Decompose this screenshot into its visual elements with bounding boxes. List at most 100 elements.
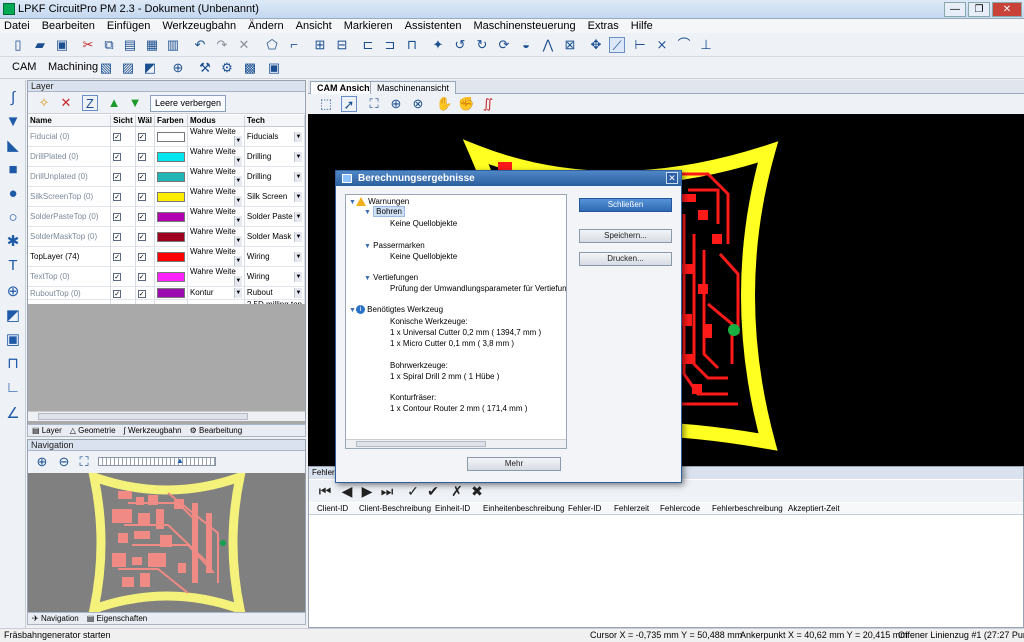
- fiducial-target-icon[interactable]: ⊕: [170, 60, 186, 76]
- tree-vertiefungen[interactable]: ▼ Vertiefungen: [364, 273, 418, 282]
- undo-icon[interactable]: ↶: [192, 37, 208, 53]
- zoom-fit-icon[interactable]: ⛶: [76, 454, 92, 470]
- layer-select-checkbox[interactable]: ✓: [137, 153, 146, 161]
- zoom-slider[interactable]: ▲: [98, 456, 216, 466]
- star-icon[interactable]: ✱: [5, 234, 21, 250]
- zoom-window-icon[interactable]: ⊕: [388, 96, 404, 112]
- tech-dropdown-icon[interactable]: ▼: [294, 151, 302, 162]
- close-dialog-button[interactable]: Schließen: [579, 198, 672, 212]
- col-client-desc[interactable]: Client-Beschreibung: [359, 504, 431, 513]
- rotate-left-icon[interactable]: ↺: [452, 37, 468, 53]
- layer-color-swatch[interactable]: [156, 191, 185, 202]
- group-icon[interactable]: ⊞: [312, 37, 328, 53]
- layer-mode-cell[interactable]: Wahre Weite▼: [187, 146, 245, 167]
- mode-dropdown-icon[interactable]: ▼: [233, 288, 242, 299]
- tab-processing[interactable]: ⚙ Bearbeitung: [190, 425, 243, 436]
- layer-select-checkbox[interactable]: ✓: [137, 133, 146, 141]
- mode-dropdown-icon[interactable]: ▼: [233, 256, 242, 266]
- layer-tech-cell[interactable]: Wiring ▼: [244, 246, 306, 267]
- navigation-preview[interactable]: [28, 473, 305, 613]
- layer-name[interactable]: Fiducial (0): [28, 126, 112, 147]
- flip-icon[interactable]: ⋀: [540, 37, 556, 53]
- move-up-icon[interactable]: ▲: [106, 95, 122, 111]
- menu-extras[interactable]: Extras: [588, 20, 619, 32]
- layer-name[interactable]: SolderPasteTop (0): [28, 206, 112, 227]
- maximize-button[interactable]: ❐: [968, 2, 990, 17]
- mode-dropdown-icon[interactable]: ▼: [233, 136, 242, 146]
- close-window-button[interactable]: ✕: [992, 2, 1022, 17]
- layer-name[interactable]: DrillPlated (0): [28, 146, 112, 167]
- tree-warnings[interactable]: ▼ Warnungen: [349, 197, 409, 207]
- layer-row[interactable]: DrillUnplated (0) ✓ ✓ Wahre Weite ▼ Drilling ▼: [28, 166, 306, 187]
- layer-row[interactable]: Fiducial (0) ✓ ✓ Wahre Weite ▼ Fiducials ▼: [28, 126, 306, 147]
- dimension-x-icon[interactable]: ⨯: [654, 37, 670, 53]
- layer-color-swatch[interactable]: [156, 271, 185, 282]
- col-error-desc[interactable]: Fehlerbeschreibung: [712, 504, 783, 513]
- layer-select-checkbox[interactable]: ✓: [137, 213, 146, 221]
- copy-icon[interactable]: ⧉: [101, 37, 117, 53]
- measure-icon[interactable]: ⟋: [609, 37, 625, 53]
- col-client-id[interactable]: Client-ID: [317, 504, 348, 513]
- bridge-icon[interactable]: ⊓: [5, 356, 21, 372]
- layer-color-swatch[interactable]: [156, 171, 185, 182]
- tech-dropdown-icon[interactable]: ▼: [294, 251, 302, 262]
- layer-select-checkbox[interactable]: ✓: [137, 289, 146, 298]
- layer-tech-cell[interactable]: Drilling ▼: [244, 166, 306, 187]
- delete-layer-icon[interactable]: ✕: [58, 95, 74, 111]
- align-left-icon[interactable]: ⊏: [360, 37, 376, 53]
- mode-dropdown-icon[interactable]: ▼: [233, 196, 242, 206]
- layer-visible-checkbox[interactable]: ✓: [113, 289, 122, 298]
- layer-tech-cell[interactable]: Rubout ▼: [244, 286, 306, 301]
- layer-tech-cell[interactable]: Wiring ▼: [244, 266, 306, 287]
- menu-hilfe[interactable]: Hilfe: [631, 20, 653, 32]
- tech-dropdown-icon[interactable]: ▼: [294, 171, 302, 182]
- layer-select-checkbox[interactable]: ✓: [137, 253, 146, 261]
- menu-aendern[interactable]: Ändern: [248, 20, 283, 32]
- layer-row[interactable]: TextTop (0) ✓ ✓ Wahre Weite ▼ Wiring ▼: [28, 266, 306, 287]
- angle-45-icon[interactable]: ∠: [5, 406, 21, 422]
- layer-select-checkbox[interactable]: ✓: [137, 233, 146, 241]
- col-unit-id[interactable]: Einheit-ID: [435, 504, 470, 513]
- column-name[interactable]: Name: [28, 115, 112, 127]
- layer-row[interactable]: SilkScreenTop (0) ✓ ✓ Wahre Weite ▼ Silk Scre…: [28, 186, 306, 207]
- layer-visible-checkbox[interactable]: ✓: [113, 133, 122, 141]
- results-tree[interactable]: ▼ Warnungen ▼ Bohren Keine Quellobjekte …: [345, 194, 567, 449]
- target-icon[interactable]: ⊕: [5, 284, 21, 300]
- select-area-icon[interactable]: ⬚: [318, 96, 334, 112]
- layer-row[interactable]: RuboutTop (0) ✓ ✓ Kontur ▼ Rubout ▼: [28, 286, 306, 301]
- hide-empty-button[interactable]: Leere verbergen: [150, 95, 227, 112]
- image-icon[interactable]: ▣: [5, 332, 21, 348]
- align-top-icon[interactable]: ⊓: [404, 37, 420, 53]
- layer-color-swatch[interactable]: [156, 211, 185, 222]
- tab-toolpath[interactable]: ∫ Werkzeugbahn: [124, 425, 182, 436]
- curve-icon[interactable]: ∫: [5, 90, 21, 106]
- move-icon[interactable]: ✥: [588, 37, 604, 53]
- layer-color-swatch[interactable]: [156, 231, 185, 242]
- layer-tech-cell[interactable]: Solder Mask ▼: [244, 226, 306, 247]
- layer-name[interactable]: SilkScreenTop (0): [28, 186, 112, 207]
- layer-select-checkbox[interactable]: ✓: [137, 273, 146, 281]
- import-icon[interactable]: ▧: [98, 60, 114, 76]
- arc-icon[interactable]: ⌒: [676, 37, 692, 53]
- layer-row[interactable]: DrillPlated (0) ✓ ✓ Wahre Weite ▼ Drilling ▼: [28, 146, 306, 167]
- board-production-icon[interactable]: ▩: [242, 60, 258, 76]
- layer-visible-checkbox[interactable]: ✓: [113, 153, 122, 161]
- menu-werkzeugbahn[interactable]: Werkzeugbahn: [162, 20, 236, 32]
- tab-navigation[interactable]: ✈ Navigation: [32, 613, 79, 624]
- align-center-icon[interactable]: ⊐: [382, 37, 398, 53]
- minimize-button[interactable]: —: [944, 2, 966, 17]
- accept-all-icon[interactable]: ✔: [425, 483, 441, 499]
- tools-icon[interactable]: ⚒: [197, 60, 213, 76]
- menu-maschinensteuerung[interactable]: Maschinensteuerung: [473, 20, 575, 32]
- menu-assistenten[interactable]: Assistenten: [405, 20, 462, 32]
- layer-name[interactable]: SolderMaskTop (0): [28, 226, 112, 247]
- layer-visible-checkbox[interactable]: ✓: [113, 173, 122, 181]
- more-button[interactable]: Mehr: [467, 457, 561, 471]
- open-folder-icon[interactable]: ▰: [32, 37, 48, 53]
- remove-all-icon[interactable]: ✖: [469, 483, 485, 499]
- tree-scrollbar[interactable]: [346, 439, 566, 448]
- circle-icon[interactable]: ○: [5, 210, 21, 226]
- print-results-button[interactable]: Drucken...: [579, 252, 672, 266]
- menu-ansicht[interactable]: Ansicht: [296, 20, 332, 32]
- menu-markieren[interactable]: Markieren: [344, 20, 393, 32]
